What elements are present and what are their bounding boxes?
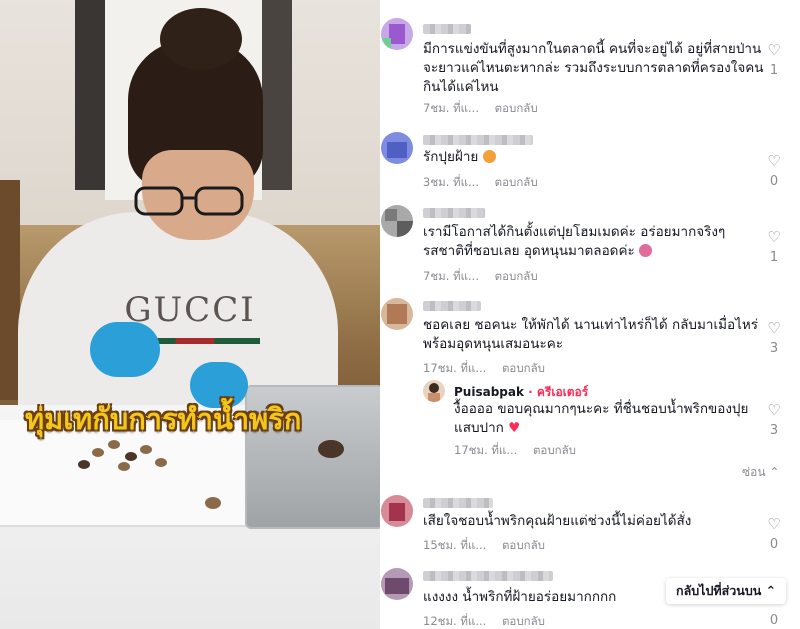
video-window-frame <box>75 0 105 190</box>
username-blurred[interactable] <box>423 208 485 218</box>
comment-text: เสียใจชอบน้ำพริกคุณฝ้ายแต่ช่วงนี้ไม่ค่อย… <box>423 513 692 529</box>
video-nut <box>140 445 152 454</box>
username-blurred[interactable] <box>423 571 553 581</box>
comment-text: เรามีโอกาสได้กินตั้งแต่ปุยโฮมเมดค่ะ อร่อ… <box>423 223 768 261</box>
heart-icon[interactable]: ♡ <box>763 42 785 58</box>
reply-button[interactable]: ตอบกลับ <box>502 538 545 552</box>
comment-meta: 17ชม. ที่แ... ตอบกลับ <box>423 360 545 378</box>
comment-text: มีการแข่งขันที่สูงมากในตลาดนี้ คนที่จะอย… <box>423 41 764 95</box>
heart-emoji-icon: ♥ <box>508 420 521 436</box>
heart-icon[interactable]: ♡ <box>763 516 785 532</box>
username-blurred[interactable] <box>423 301 481 311</box>
like-button[interactable]: ♡ 3 <box>763 402 785 438</box>
username-blurred[interactable] <box>423 24 471 34</box>
like-count: 0 <box>769 537 779 552</box>
video-nut <box>318 440 344 458</box>
comment-time: 15ชม. ที่แ... <box>423 538 487 552</box>
comment-text: ชอคเลย ชอคนะ ให้พักได้ นานเท่าไหร่ก็ได้ … <box>423 317 759 352</box>
reply-button[interactable]: ตอบกลับ <box>495 101 538 115</box>
video-nut <box>78 460 90 469</box>
heart-icon[interactable]: ♡ <box>763 320 785 336</box>
reply-button[interactable]: ตอบกลับ <box>502 361 545 375</box>
creator-badge: · ครีเอเตอร์ <box>528 385 589 399</box>
video-player[interactable]: GUCCI ทุ่มเทกับการทำน้ำพริก <box>0 0 380 629</box>
video-nut <box>125 452 137 461</box>
comment-time: 7ชม. ที่แ... <box>423 269 479 283</box>
video-nut <box>155 458 167 467</box>
like-count: 1 <box>769 250 779 265</box>
creator-avatar[interactable] <box>423 380 445 402</box>
video-nut <box>205 497 221 509</box>
comment-time: 7ชม. ที่แ... <box>423 101 479 115</box>
comment-meta: 17ชม. ที่แ... ตอบกลับ <box>454 442 576 460</box>
comment-time: 17ชม. ที่แ... <box>454 443 518 457</box>
heart-face-emoji-icon <box>482 150 496 163</box>
video-window-frame <box>262 0 292 190</box>
username-blurred[interactable] <box>423 135 533 145</box>
video-nut <box>118 462 130 471</box>
like-button[interactable]: ♡ 1 <box>763 42 785 78</box>
video-nut <box>92 448 104 457</box>
video-person-hair-bun <box>160 8 242 70</box>
comment-meta: 3ชม. ที่แ... ตอบกลับ <box>423 174 538 192</box>
comment-meta: 7ชม. ที่แ... ตอบกลับ <box>423 268 538 286</box>
comment-meta: 12ชม. ที่แ... ตอบกลับ <box>423 613 545 629</box>
like-count: 1 <box>769 63 779 78</box>
reply-button[interactable]: ตอบกลับ <box>495 269 538 283</box>
comment-text-content: งื้ออออ ขอบคุณมากๆนะคะ ที่ชื่นชอบน้ำพริก… <box>454 401 749 436</box>
glasses-icon <box>134 186 244 216</box>
comment-text: งื้ออออ ขอบคุณมากๆนะคะ ที่ชื่นชอบน้ำพริก… <box>454 400 764 438</box>
collapse-replies-button[interactable]: ซ่อน ⌃ <box>742 463 779 482</box>
like-count: 3 <box>769 341 779 356</box>
avatar[interactable] <box>381 568 413 600</box>
comment-meta: 15ชม. ที่แ... ตอบกลับ <box>423 537 545 555</box>
comments-panel[interactable]: มีการแข่งขันที่สูงมากในตลาดนี้ คนที่จะอย… <box>380 0 800 629</box>
back-to-top-button[interactable]: กลับไปที่ส่วนบน ⌃ <box>666 578 787 604</box>
avatar[interactable] <box>381 298 413 330</box>
like-count: 3 <box>769 423 779 438</box>
avatar[interactable] <box>381 18 413 50</box>
video-caption: ทุ่มเทกับการทำน้ำพริก <box>25 402 302 436</box>
comment-time: 12ชม. ที่แ... <box>423 614 487 628</box>
like-count: 0 <box>769 613 779 628</box>
comment-text-content: เรามีโอกาสได้กินตั้งแต่ปุยโฮมเมดค่ะ อร่อ… <box>423 224 726 259</box>
video-glove-left <box>90 322 160 377</box>
heart-icon[interactable]: ♡ <box>763 153 785 169</box>
like-button[interactable]: ♡ 0 <box>763 516 785 552</box>
reply-button[interactable]: ตอบกลับ <box>533 443 576 457</box>
reply-button[interactable]: ตอบกลับ <box>502 614 545 628</box>
reply-button[interactable]: ตอบกลับ <box>495 175 538 189</box>
comment-time: 3ชม. ที่แ... <box>423 175 479 189</box>
comment-text-content: รักปุยฝ้าย <box>423 149 479 165</box>
comment-meta: 7ชม. ที่แ... ตอบกลับ <box>423 100 538 118</box>
like-count: 0 <box>769 174 779 189</box>
like-button[interactable]: 0 <box>763 608 785 628</box>
smiling-face-emoji-icon <box>639 244 653 257</box>
avatar[interactable] <box>381 205 413 237</box>
like-button[interactable]: ♡ 0 <box>763 153 785 189</box>
heart-icon[interactable]: ♡ <box>763 229 785 245</box>
creator-username-text[interactable]: Puisabpak <box>454 385 524 399</box>
heart-icon[interactable]: ♡ <box>763 402 785 418</box>
avatar[interactable] <box>381 495 413 527</box>
comment-time: 17ชม. ที่แ... <box>423 361 487 375</box>
video-post <box>0 180 20 400</box>
avatar[interactable] <box>381 132 413 164</box>
username-blurred[interactable] <box>423 498 493 508</box>
like-button[interactable]: ♡ 3 <box>763 320 785 356</box>
like-button[interactable]: ♡ 1 <box>763 229 785 265</box>
comment-text: รักปุยฝ้าย <box>423 148 768 167</box>
